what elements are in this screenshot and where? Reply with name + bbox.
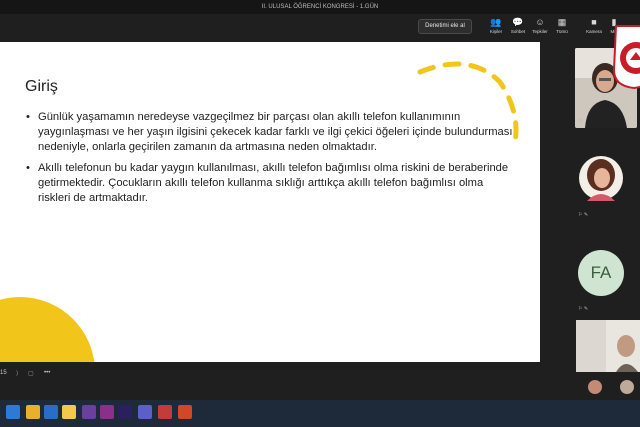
people-button[interactable]: 👥 Kişiler	[484, 17, 508, 39]
avatar	[588, 380, 602, 394]
take-control-button[interactable]: Denetimi ele al	[418, 19, 472, 34]
view-button[interactable]: ▦ Tümü	[550, 17, 574, 39]
slide-controls: 15 ⟩ ▢ •••	[0, 362, 540, 386]
participant-video	[576, 320, 640, 372]
slide-title: Giriş	[25, 78, 58, 95]
app-icon[interactable]	[82, 405, 96, 419]
slide-bullet: Akıllı telefonun bu kadar yaygın kullanı…	[26, 161, 516, 207]
reactions-button[interactable]: ☺ Tepkiler	[528, 17, 552, 39]
participant-initials-avatar[interactable]: FA	[578, 250, 624, 296]
participant-thumbnail[interactable]	[588, 380, 602, 394]
slides-grid-icon[interactable]: ▢	[28, 370, 34, 377]
participant-thumbnail[interactable]	[620, 380, 634, 394]
prev-slide-icon[interactable]: ⟩	[16, 370, 18, 377]
more-options-button[interactable]: •••	[44, 370, 50, 376]
avatar	[620, 380, 634, 394]
slide-page-number: 15	[0, 370, 7, 376]
meeting-title: II. ULUSAL ÖĞRENCİ KONGRESİ - 1.GÜN	[0, 0, 640, 14]
presentation-slide: Giriş Günlük yaşamamın neredeyse vazgeçi…	[0, 42, 540, 362]
meeting-toolbar: Denetimi ele al 👥 Kişiler 💬 Sohbet ☺ Tep…	[0, 14, 640, 42]
os-taskbar	[0, 400, 640, 427]
mute-icon: ⚐ ✎	[578, 212, 589, 218]
chat-button[interactable]: 💬 Sohbet	[506, 17, 530, 39]
start-icon[interactable]	[6, 405, 20, 419]
teams-icon[interactable]	[138, 405, 152, 419]
acrobat-icon[interactable]	[158, 405, 172, 419]
slide-bullet-list: Günlük yaşamamın neredeyse vazgeçilmez b…	[26, 110, 516, 211]
reactions-icon: ☺	[535, 17, 545, 27]
premiere-icon[interactable]	[100, 405, 114, 419]
people-icon: 👥	[490, 17, 502, 27]
avatar	[579, 156, 623, 201]
participant-avatar-tile[interactable]	[579, 155, 623, 201]
university-seal-logo	[612, 25, 640, 90]
after-effects-icon[interactable]	[118, 405, 132, 419]
participant-video-tile[interactable]	[576, 320, 640, 372]
chat-icon: 💬	[512, 17, 524, 27]
edge-icon[interactable]	[44, 405, 58, 419]
view-icon: ▦	[557, 17, 567, 27]
mute-icon: ⚐ ✎	[578, 306, 589, 312]
folder-icon[interactable]	[62, 405, 76, 419]
pin-icon[interactable]: ✎	[578, 118, 582, 124]
slide-bullet: Günlük yaşamamın neredeyse vazgeçilmez b…	[26, 110, 516, 156]
meeting-window: II. ULUSAL ÖĞRENCİ KONGRESİ - 1.GÜN Dene…	[0, 0, 640, 427]
chrome-icon[interactable]	[26, 405, 40, 419]
powerpoint-icon[interactable]	[178, 405, 192, 419]
